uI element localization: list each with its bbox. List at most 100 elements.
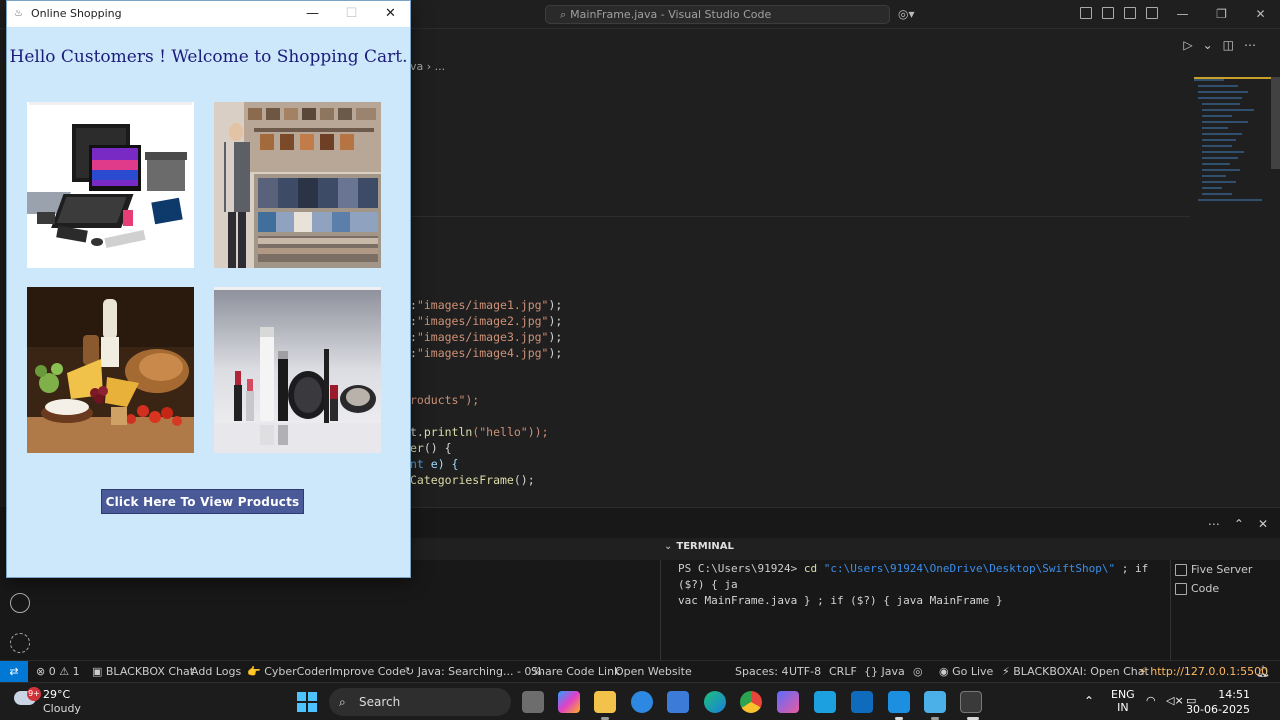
- copilot-app-icon[interactable]: [558, 691, 580, 713]
- minimap[interactable]: [1194, 77, 1270, 207]
- terminal-item-five-server[interactable]: Five Server: [1175, 560, 1280, 579]
- toggle-secondary-sidebar-icon[interactable]: [1146, 7, 1158, 19]
- blackbox-chat-status[interactable]: ▣ BLACKBOX Chat: [92, 665, 194, 678]
- edge-beta-icon[interactable]: [631, 691, 653, 713]
- status-bar: ⇄ ⊗ 0 ⚠ 1 ▣ BLACKBOX Chat Add Logs 👉 Cyb…: [0, 660, 1280, 683]
- breadcrumb[interactable]: va › ...: [410, 60, 445, 73]
- tab-terminal[interactable]: ⌄ TERMINAL: [664, 541, 734, 552]
- cosmetics-image: [214, 287, 381, 453]
- chrome-icon[interactable]: [740, 691, 762, 713]
- vscode-icon[interactable]: [888, 691, 910, 713]
- volume-icon[interactable]: ◁×: [1166, 694, 1184, 707]
- show-hidden-icons[interactable]: ⌃: [1084, 694, 1094, 708]
- java-app-icon[interactable]: [960, 691, 982, 713]
- temperature: 29°C: [43, 688, 71, 701]
- toggle-panel-icon[interactable]: [1124, 7, 1136, 19]
- layout-controls: [1080, 7, 1158, 19]
- clock[interactable]: 14:51 30-06-2025: [1186, 687, 1250, 717]
- code-editor[interactable]: va › ... ▷ ⌄ ◫ ⋯ :"images/image1.jpg"); …: [410, 29, 1280, 507]
- edge-icon[interactable]: [704, 691, 726, 713]
- view-products-button[interactable]: Click Here To View Products: [101, 489, 304, 514]
- language-indicator[interactable]: ENG IN: [1111, 688, 1135, 714]
- maximize-icon[interactable]: ❐: [1202, 0, 1241, 29]
- more-icon[interactable]: ⋯: [1208, 517, 1220, 531]
- open-website-status[interactable]: Open Website: [615, 665, 692, 678]
- welcome-heading: Hello Customers ! Welcome to Shopping Ca…: [9, 47, 408, 67]
- go-live-status[interactable]: ◉ Go Live: [939, 665, 993, 678]
- search-icon: ⌕: [339, 695, 346, 709]
- code-line: :"images/image2.jpg");: [410, 314, 563, 328]
- maximize-panel-icon[interactable]: ⌃: [1234, 517, 1244, 531]
- chevron-down-icon[interactable]: ⌄: [1203, 38, 1213, 52]
- problems-status[interactable]: ⊗ 0 ⚠ 1: [36, 665, 80, 678]
- groceries-image: [27, 287, 194, 453]
- terminal-output[interactable]: PS C:\Users\91924> cd "c:\Users\91924\On…: [660, 560, 1170, 660]
- online-shopping-window: ♨ Online Shopping — ☐ ✕ Hello Customers …: [6, 0, 411, 578]
- editor-scrollbar[interactable]: [1271, 77, 1280, 169]
- taskbar-search[interactable]: ⌕ Search: [329, 688, 511, 716]
- store-icon[interactable]: [667, 691, 689, 713]
- vscode-window-controls: — ❐ ✕: [1163, 0, 1280, 29]
- remote-icon[interactable]: ⇄: [0, 661, 28, 683]
- code-line: :"images/image3.jpg");: [410, 330, 563, 344]
- indentation-status[interactable]: Spaces: 4: [735, 665, 788, 678]
- code-line: CategoriesFrame();: [410, 473, 535, 487]
- panel-header: ⌄ TERMINAL: [410, 538, 1280, 560]
- windows-start-icon[interactable]: [297, 692, 317, 712]
- java-icon: ♨: [14, 8, 23, 19]
- run-icon[interactable]: ▷: [1183, 38, 1192, 52]
- terminal-item-code[interactable]: Code: [1175, 579, 1280, 598]
- gear-icon[interactable]: [10, 633, 30, 653]
- weather-condition: Cloudy: [43, 702, 81, 715]
- code-line: nt e) {: [410, 457, 459, 471]
- file-explorer-icon[interactable]: [594, 691, 616, 713]
- task-view-icon[interactable]: [522, 691, 544, 713]
- close-panel-icon[interactable]: ✕: [1258, 517, 1268, 531]
- code-line: :"images/image1.jpg");: [410, 298, 563, 312]
- editor-divider: [410, 216, 1190, 217]
- vscode-window-title: MainFrame.java - Visual Studio Code: [570, 8, 772, 21]
- encoding-status[interactable]: UTF-8: [789, 665, 821, 678]
- close-icon[interactable]: ✕: [1241, 0, 1280, 29]
- close-icon[interactable]: ✕: [371, 1, 410, 27]
- window-titlebar[interactable]: ♨ Online Shopping — ☐ ✕: [7, 1, 410, 27]
- server-url-status[interactable]: ⚡ http://127.0.0.1:5500: [1139, 665, 1268, 678]
- eol-status[interactable]: CRLF: [829, 665, 857, 678]
- notepad-icon[interactable]: [924, 691, 946, 713]
- clothing-store-image: [214, 102, 381, 268]
- panel-actions: ⋯ ⌃ ✕: [1208, 517, 1268, 531]
- customize-layout-icon[interactable]: [1080, 7, 1092, 19]
- maximize-icon: ☐: [345, 6, 358, 21]
- toggle-primary-sidebar-icon[interactable]: [1102, 7, 1114, 19]
- blackbox-ai-status[interactable]: ⚡ BLACKBOXAI: Open Chat: [1002, 665, 1149, 678]
- language-status[interactable]: {} Java: [864, 665, 905, 678]
- window-controls: — ☐ ✕: [293, 1, 410, 27]
- notification-badge: 9+: [27, 687, 41, 701]
- search-icon: ⌕: [560, 8, 567, 21]
- notifications-icon[interactable]: 🔔︎: [1256, 665, 1270, 678]
- minimize-icon[interactable]: —: [293, 1, 332, 27]
- copilot-status-icon[interactable]: ◎: [913, 665, 923, 678]
- java-status[interactable]: ↻ Java: Searching... - 0%: [405, 665, 542, 678]
- terminal-list: Five Server Code: [1170, 560, 1280, 660]
- add-logs-status[interactable]: Add Logs: [191, 665, 241, 678]
- code-line: er() {: [410, 441, 452, 455]
- chevron-down-icon: ⌄: [664, 541, 673, 552]
- minimize-icon[interactable]: —: [1163, 0, 1202, 29]
- more-actions-icon[interactable]: ⋯: [1244, 38, 1256, 52]
- command-center-search[interactable]: ⌕ MainFrame.java - Visual Studio Code: [545, 5, 890, 24]
- copilot-icon[interactable]: ◎▾: [898, 7, 922, 22]
- copilot-pro-icon[interactable]: [777, 691, 799, 713]
- outlook-icon[interactable]: [851, 691, 873, 713]
- share-code-link-status[interactable]: Share Code Link: [531, 665, 620, 678]
- bottom-panel: ⋯ ⌃ ✕ ⌄ TERMINAL PS C:\Users\91924> cd "c…: [410, 507, 1280, 660]
- window-title: Online Shopping: [31, 7, 122, 20]
- cybercoder-status[interactable]: 👉 CyberCoder: [247, 665, 329, 678]
- account-icon[interactable]: [10, 593, 30, 613]
- hp-app-icon[interactable]: [814, 691, 836, 713]
- code-line: roducts");: [410, 393, 480, 407]
- wifi-icon[interactable]: ◠: [1146, 694, 1156, 707]
- windows-taskbar: 9+ 29°C Cloudy ⌕ Search ⌃ ENG IN ◠ ◁× ▭ 1…: [0, 682, 1280, 720]
- split-editor-icon[interactable]: ◫: [1223, 38, 1234, 52]
- improve-code-status[interactable]: Improve Code: [329, 665, 406, 678]
